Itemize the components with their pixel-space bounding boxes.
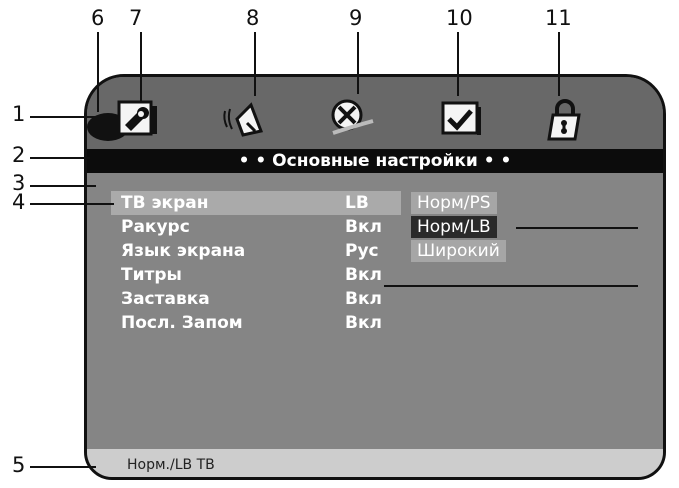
checkmark-icon[interactable] <box>439 97 483 141</box>
row-label: Заставка <box>121 289 210 309</box>
callout-line-6 <box>97 32 99 112</box>
callout-line-10 <box>457 32 459 96</box>
row-label: Посл. Запом <box>121 313 243 333</box>
callout-line-2 <box>30 157 90 159</box>
callout-10: 10 <box>446 6 473 30</box>
row-label: Ракурс <box>121 217 190 237</box>
callout-7: 7 <box>129 6 143 30</box>
menu-title-bar: • • Основные настройки • • <box>87 149 663 173</box>
lock-icon[interactable] <box>545 97 589 141</box>
row-label: ТВ экран <box>121 193 209 213</box>
callout-6: 6 <box>91 6 105 30</box>
disc-film-icon[interactable] <box>327 97 374 141</box>
callout-5: 5 <box>12 453 26 477</box>
callout-line-3 <box>30 185 96 187</box>
row-label: Язык экрана <box>121 241 246 261</box>
menu-content: ТВ экран LB Ракурс Вкл Язык экрана Рус Т… <box>87 173 663 449</box>
menu-row-tv-screen[interactable]: ТВ экран LB <box>111 191 401 215</box>
callout-line-8 <box>254 32 256 96</box>
row-value: Рус <box>345 241 379 261</box>
row-value: Вкл <box>345 217 382 237</box>
callout-line-12 <box>516 227 638 229</box>
callout-line-7 <box>140 32 142 102</box>
row-value: Вкл <box>345 265 382 285</box>
help-footer: Норм./LB ТВ <box>87 449 663 477</box>
footer-help-text: Норм./LB ТВ <box>127 457 215 473</box>
osd-menu-screen: • • Основные настройки • • ТВ экран LB Р… <box>84 74 666 480</box>
callout-line-4 <box>30 203 114 205</box>
callout-4: 4 <box>12 190 26 214</box>
icon-tab-bar <box>87 77 663 149</box>
callout-line-11 <box>558 32 560 96</box>
callout-line-5 <box>30 466 96 468</box>
option-wide[interactable]: Широкий <box>411 240 506 262</box>
callout-line-9 <box>357 32 359 94</box>
callout-line-13 <box>384 285 638 287</box>
callout-1: 1 <box>12 102 26 126</box>
option-normal-ps[interactable]: Норм/PS <box>411 192 497 214</box>
callout-2: 2 <box>12 143 26 167</box>
callout-8: 8 <box>246 6 260 30</box>
menu-title: • • Основные настройки • • <box>238 151 512 171</box>
menu-row-screensaver[interactable]: Заставка Вкл <box>111 287 491 311</box>
wrench-settings-icon[interactable] <box>113 97 157 141</box>
row-value: Вкл <box>345 313 382 333</box>
menu-row-last-memory[interactable]: Посл. Запом Вкл <box>111 311 491 335</box>
row-value: Вкл <box>345 289 382 309</box>
callout-11: 11 <box>545 6 572 30</box>
menu-row-subtitles[interactable]: Титры Вкл <box>111 263 491 287</box>
callout-line-1 <box>30 116 118 118</box>
callout-9: 9 <box>349 6 363 30</box>
option-normal-lb[interactable]: Норм/LB <box>411 216 497 238</box>
row-value: LB <box>345 193 369 213</box>
speaker-audio-icon[interactable] <box>221 97 265 141</box>
row-label: Титры <box>121 265 182 285</box>
